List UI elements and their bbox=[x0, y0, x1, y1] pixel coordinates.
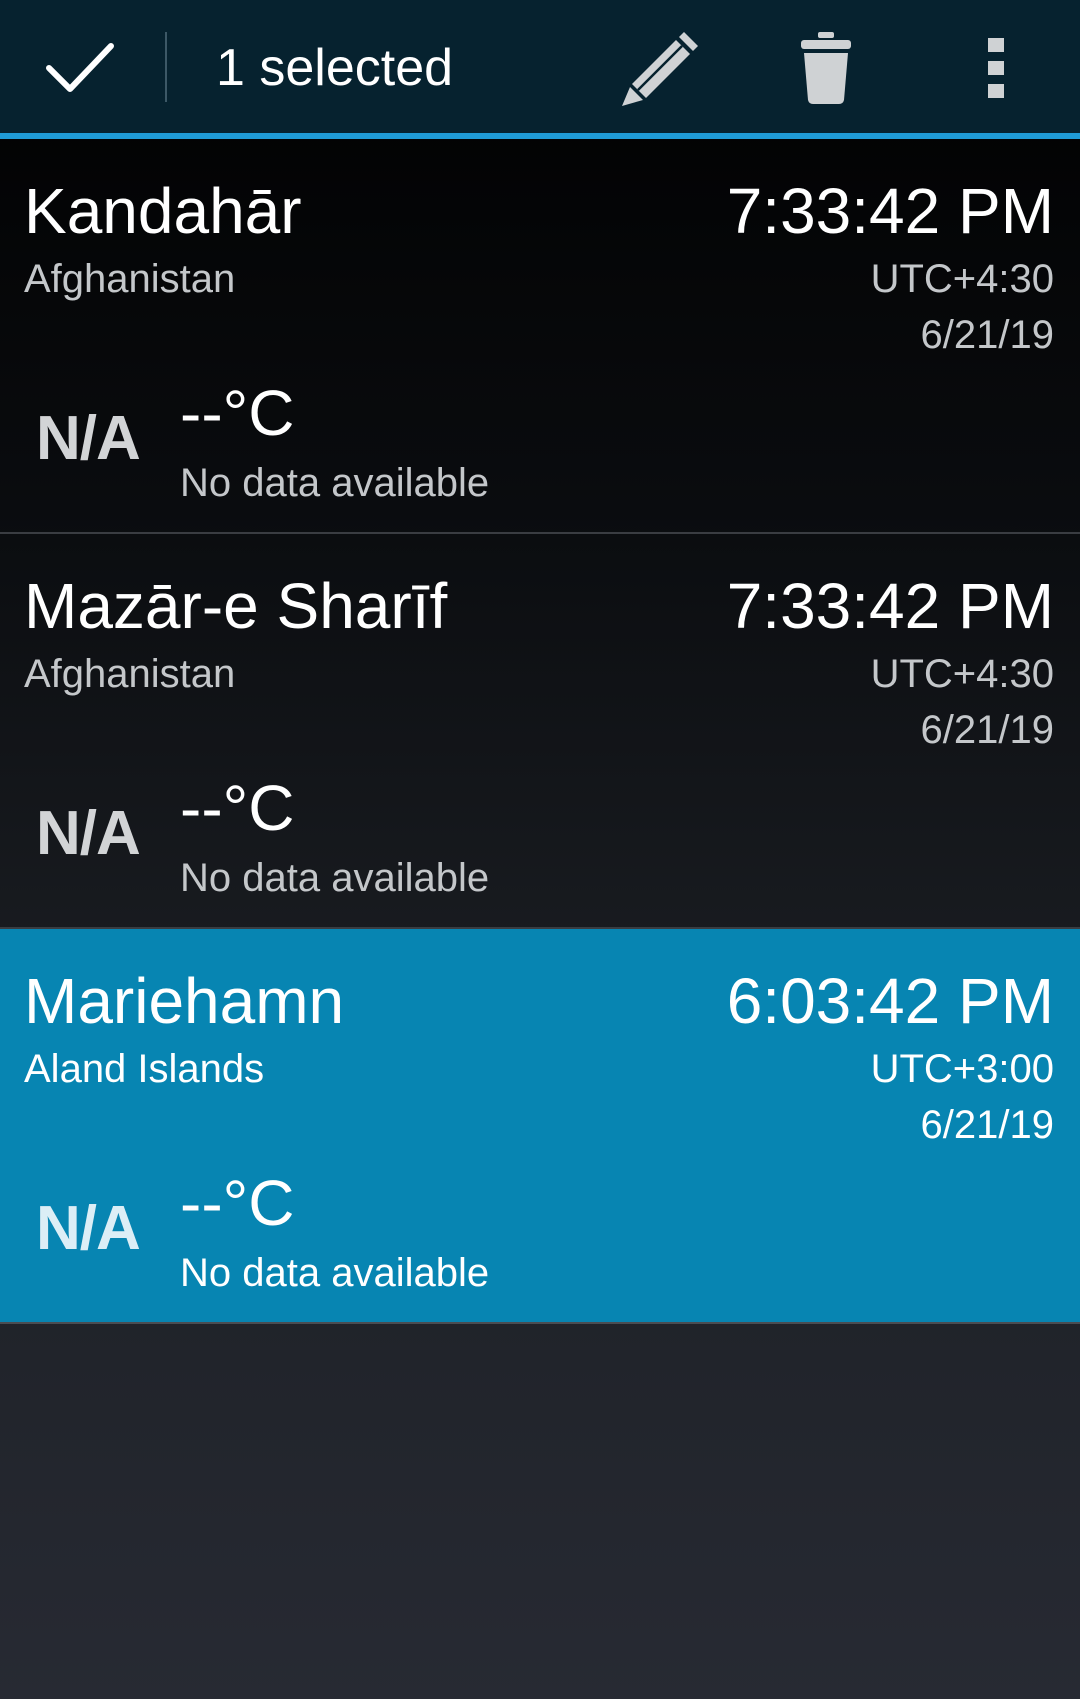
weather-description: No data available bbox=[180, 856, 490, 900]
weather-na-icon: N/A bbox=[36, 1194, 141, 1263]
check-icon bbox=[46, 43, 114, 92]
weather-description: No data available bbox=[180, 461, 490, 505]
city-list: Kandahār Afghanistan 7:33:42 PM UTC+4:30… bbox=[0, 139, 1080, 1324]
overflow-menu-button[interactable] bbox=[950, 16, 1042, 120]
overflow-menu-icon bbox=[988, 38, 1004, 98]
local-time: 6:03:42 PM bbox=[726, 965, 1054, 1037]
utc-offset: UTC+3:00 bbox=[870, 1047, 1054, 1091]
selection-count: 1 selected bbox=[216, 39, 454, 97]
country-name: Afghanistan bbox=[24, 257, 236, 301]
delete-button[interactable] bbox=[776, 16, 876, 120]
contextual-action-bar: 1 selected bbox=[0, 0, 1080, 133]
local-date: 6/21/19 bbox=[920, 1103, 1054, 1147]
city-name: Kandahār bbox=[24, 175, 302, 247]
trash-icon bbox=[801, 32, 851, 104]
weather-na-icon: N/A bbox=[36, 799, 141, 868]
country-name: Afghanistan bbox=[24, 652, 236, 696]
local-time: 7:33:42 PM bbox=[726, 175, 1054, 247]
city-item-mazar-e-sharif[interactable]: Mazār-e Sharīf Afghanistan 7:33:42 PM UT… bbox=[0, 534, 1080, 929]
city-item-kandahar[interactable]: Kandahār Afghanistan 7:33:42 PM UTC+4:30… bbox=[0, 139, 1080, 534]
city-item-mariehamn[interactable]: Mariehamn Aland Islands 6:03:42 PM UTC+3… bbox=[0, 929, 1080, 1324]
weather-na-icon: N/A bbox=[36, 404, 141, 473]
local-time: 7:33:42 PM bbox=[726, 570, 1054, 642]
pencil-icon bbox=[622, 32, 698, 106]
city-name: Mariehamn bbox=[24, 965, 345, 1037]
temperature: --°C bbox=[180, 1167, 295, 1239]
action-bar-divider bbox=[165, 32, 167, 102]
city-name: Mazār-e Sharīf bbox=[24, 570, 448, 642]
done-button[interactable] bbox=[20, 16, 140, 120]
local-date: 6/21/19 bbox=[920, 313, 1054, 357]
temperature: --°C bbox=[180, 772, 295, 844]
utc-offset: UTC+4:30 bbox=[870, 257, 1054, 301]
temperature: --°C bbox=[180, 377, 295, 449]
local-date: 6/21/19 bbox=[920, 708, 1054, 752]
weather-description: No data available bbox=[180, 1251, 490, 1295]
country-name: Aland Islands bbox=[24, 1047, 265, 1091]
utc-offset: UTC+4:30 bbox=[870, 652, 1054, 696]
edit-button[interactable] bbox=[610, 16, 710, 120]
